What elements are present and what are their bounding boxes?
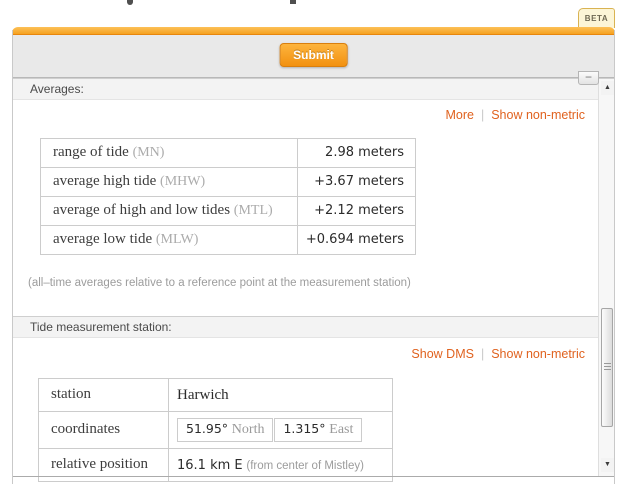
relative-position-note: (from center of Mistley): [246, 460, 364, 472]
vertical-scrollbar[interactable]: ▲ ▼: [598, 79, 614, 476]
row-label: average high tide: [53, 173, 160, 189]
more-link[interactable]: More: [445, 108, 473, 122]
averages-footnote: (all–time averages relative to a referen…: [28, 277, 411, 289]
row-abbreviation: (MTL): [234, 203, 273, 218]
station-name: Harwich: [169, 379, 393, 412]
row-label: coordinates: [39, 412, 169, 449]
row-abbreviation: (MLW): [156, 232, 199, 247]
beta-badge: BETA: [578, 8, 615, 28]
row-value: +0.694 meters: [298, 226, 416, 255]
table-row: range of tide (MN) 2.98 meters: [41, 139, 416, 168]
station-table: station Harwich coordinates 51.95° North…: [38, 378, 393, 482]
link-separator: |: [481, 347, 484, 361]
row-label: range of tide: [53, 144, 133, 160]
latitude-box: 51.95° North: [177, 418, 273, 442]
scrollbar-grip-icon: [604, 363, 611, 364]
submit-button[interactable]: Submit: [279, 43, 348, 67]
show-non-metric-link[interactable]: Show non-metric: [491, 108, 585, 122]
clipped-text-artifact: [127, 0, 133, 5]
table-row: average of high and low tides (MTL) +2.1…: [41, 197, 416, 226]
table-row: average low tide (MLW) +0.694 meters: [41, 226, 416, 255]
averages-table: range of tide (MN) 2.98 meters average h…: [40, 138, 416, 255]
station-links: Show DMS | Show non-metric: [411, 347, 585, 361]
row-abbreviation: (MN): [133, 145, 165, 160]
table-row: average high tide (MHW) +3.67 meters: [41, 168, 416, 197]
pod-bottom-border: [13, 476, 614, 477]
row-value: +3.67 meters: [298, 168, 416, 197]
latitude-value: 51.95°: [186, 421, 228, 436]
scrollbar-thumb[interactable]: [601, 308, 613, 427]
longitude-direction: East: [329, 422, 353, 437]
link-separator: |: [481, 108, 484, 122]
row-label: average low tide: [53, 231, 156, 247]
show-dms-link[interactable]: Show DMS: [411, 347, 474, 361]
show-non-metric-link[interactable]: Show non-metric: [491, 347, 585, 361]
row-label: station: [39, 379, 169, 412]
longitude-box: 1.315° East: [274, 418, 362, 442]
latitude-direction: North: [232, 422, 265, 437]
longitude-value: 1.315°: [283, 421, 325, 436]
row-value: 2.98 meters: [298, 139, 416, 168]
averages-links: More | Show non-metric: [445, 108, 585, 122]
station-section-header: Tide measurement station:: [13, 316, 614, 338]
table-row: station Harwich: [39, 379, 393, 412]
scroll-up-icon[interactable]: ▲: [601, 81, 614, 95]
collapse-pod-button[interactable]: −: [578, 71, 599, 85]
relative-position-value: 16.1 km E: [177, 458, 243, 473]
row-abbreviation: (MHW): [160, 174, 205, 189]
clipped-text-artifact: [290, 0, 296, 4]
averages-section-header: Averages:: [13, 78, 614, 100]
table-row: coordinates 51.95° North1.315° East: [39, 412, 393, 449]
row-label: average of high and low tides: [53, 202, 234, 218]
submit-area: Submit: [13, 35, 614, 78]
row-value: +2.12 meters: [298, 197, 416, 226]
scroll-down-icon[interactable]: ▼: [601, 458, 614, 472]
tide-widget: BETA Submit − Averages: More | Show non-me…: [0, 0, 628, 484]
